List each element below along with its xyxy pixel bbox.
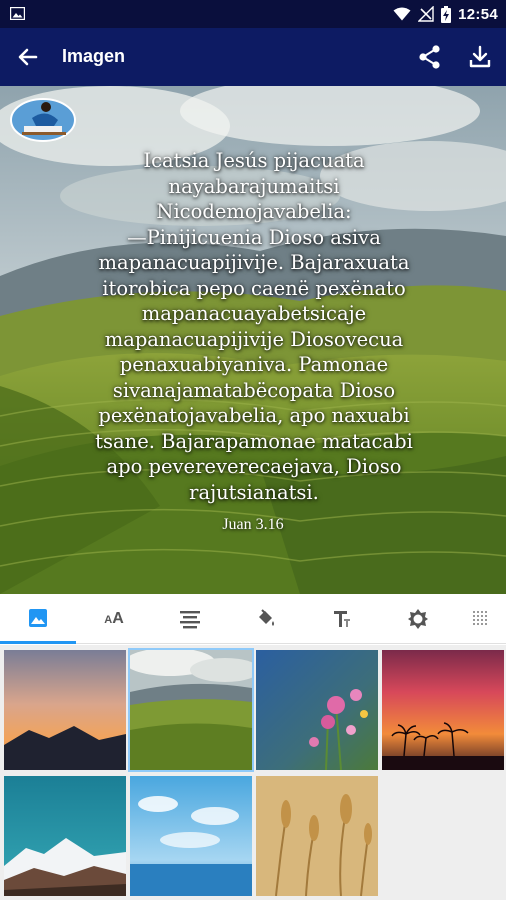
app-bar: Imagen	[0, 28, 506, 86]
tab-background-image[interactable]	[0, 594, 76, 644]
status-time: 12:54	[458, 5, 498, 23]
wifi-icon	[393, 7, 411, 21]
thumbnail-wheat-field[interactable]	[256, 776, 378, 896]
verse-line: mapanacuapijivije Diosovecua	[104, 327, 404, 351]
font-size-icon: AA	[104, 610, 124, 627]
arrow-left-icon[interactable]	[14, 43, 42, 71]
verse-line: mapanacuapijivije. Bajaraxuata	[98, 251, 410, 274]
tab-text-align[interactable]	[152, 594, 228, 644]
gallery-notification-icon	[10, 7, 25, 20]
paint-bucket-icon	[259, 609, 274, 626]
tab-brightness[interactable]	[380, 594, 456, 644]
no-signal-icon	[418, 6, 434, 22]
verse-line: nayabarajumaitsi	[168, 174, 340, 198]
verse-line: Nicodemojavabelia:	[156, 200, 352, 223]
status-bar: 12:54	[0, 0, 506, 28]
tab-font-style[interactable]	[304, 594, 380, 644]
page-title: Imagen	[62, 46, 126, 66]
download-icon[interactable]	[466, 43, 494, 71]
verse-line: —Pinijicuenia Dioso asiva	[127, 225, 381, 249]
background-thumbnail-grid	[0, 645, 506, 900]
thumbnail-snowy-mountain[interactable]	[4, 776, 126, 896]
verse-line: sivanajamatabëcopata Dioso	[112, 378, 396, 402]
tab-font-size[interactable]: AA	[76, 594, 152, 644]
verse-line: apo pevereverecaejava, Dioso	[106, 455, 402, 478]
text-format-icon	[334, 611, 350, 627]
thumbnail-sunset-mountains[interactable]	[4, 650, 126, 770]
tab-color-fill[interactable]	[228, 594, 304, 644]
thumbnail-green-hills[interactable]	[128, 648, 254, 772]
verse-line: pexënatojavabelia, apo naxuabi	[98, 404, 410, 427]
thumbnail-palm-sunset[interactable]	[382, 650, 504, 770]
verse-line: rajutsianatsi.	[189, 480, 319, 504]
editor-tool-tabs: AA	[0, 594, 506, 644]
verse-reference: Juan 3.16	[222, 516, 284, 533]
verse-line: penaxuabiyaniva. Pamonae	[119, 353, 389, 376]
verse-line: itorobica pepo caenë pexënato	[102, 276, 406, 300]
verse-line: Icatsia Jesús pijacuata	[143, 149, 365, 172]
battery-charging-icon	[441, 5, 452, 23]
share-icon[interactable]	[416, 43, 444, 71]
verse-line: tsane. Bajarapamonae matacabi	[95, 429, 413, 453]
align-center-icon	[180, 611, 200, 629]
thumbnail-sky-sea[interactable]	[130, 776, 252, 896]
thumbnail-pink-flowers[interactable]	[256, 650, 378, 770]
tab-texture[interactable]	[456, 594, 506, 644]
image-icon	[29, 608, 47, 627]
verse-text[interactable]: Icatsia Jesús pijacuata nayabarajumaitsi…	[42, 148, 466, 505]
app-logo-icon	[10, 98, 76, 142]
brightness-icon	[408, 609, 428, 629]
grid-dots-icon	[473, 611, 487, 625]
verse-line: mapanacuayabetsicaje	[141, 302, 367, 325]
verse-image-preview[interactable]: Icatsia Jesús pijacuata nayabarajumaitsi…	[0, 86, 506, 594]
